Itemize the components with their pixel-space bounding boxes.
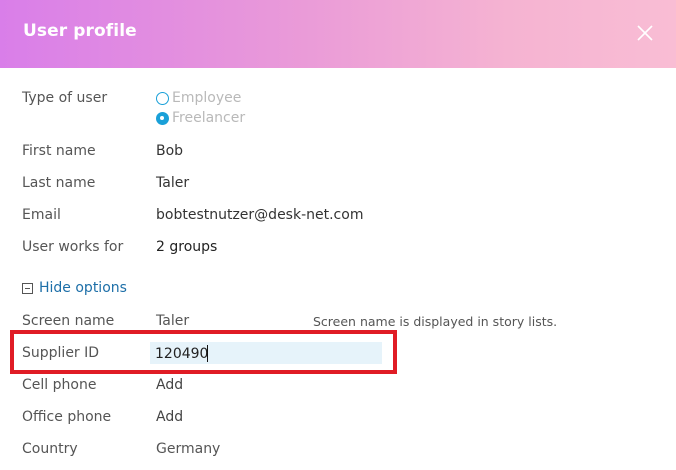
screen-name-value[interactable]: Taler (156, 313, 189, 329)
office-phone-add-link[interactable]: Add (156, 409, 183, 425)
user-profile-dialog: User profile Type of user Employee Freel… (0, 0, 676, 470)
last-name-value[interactable]: Taler (156, 175, 189, 191)
close-icon (637, 25, 653, 41)
user-works-for-label: User works for (22, 239, 124, 255)
hide-options-label: Hide options (39, 280, 127, 296)
hide-options-toggle[interactable]: Hide options (22, 280, 127, 296)
office-phone-label: Office phone (22, 409, 112, 425)
radio-freelancer-label: Freelancer (172, 110, 246, 126)
user-works-for-value[interactable]: 2 groups (156, 239, 217, 255)
radio-checked-icon (156, 111, 169, 125)
cell-phone-label: Cell phone (22, 377, 97, 393)
email-label: Email (22, 207, 61, 223)
type-of-user-label: Type of user (22, 90, 108, 106)
radio-unchecked-icon (156, 91, 169, 105)
radio-employee[interactable]: Employee (156, 89, 241, 107)
country-label: Country (22, 441, 78, 457)
last-name-label: Last name (22, 175, 96, 191)
dialog-header: User profile (0, 0, 676, 68)
email-value[interactable]: bobtestnutzer@desk-net.com (156, 207, 363, 223)
close-button[interactable] (630, 18, 660, 48)
country-value[interactable]: Germany (156, 441, 220, 457)
first-name-label: First name (22, 143, 96, 159)
minus-square-icon (22, 282, 33, 294)
highlight-annotation (10, 330, 397, 374)
screen-name-hint: Screen name is displayed in story lists. (313, 314, 558, 329)
radio-employee-label: Employee (172, 90, 242, 106)
dialog-title: User profile (23, 21, 137, 41)
cell-phone-add-link[interactable]: Add (156, 377, 183, 393)
radio-freelancer[interactable]: Freelancer (156, 109, 245, 127)
screen-name-label: Screen name (22, 313, 115, 329)
first-name-value[interactable]: Bob (156, 143, 183, 159)
